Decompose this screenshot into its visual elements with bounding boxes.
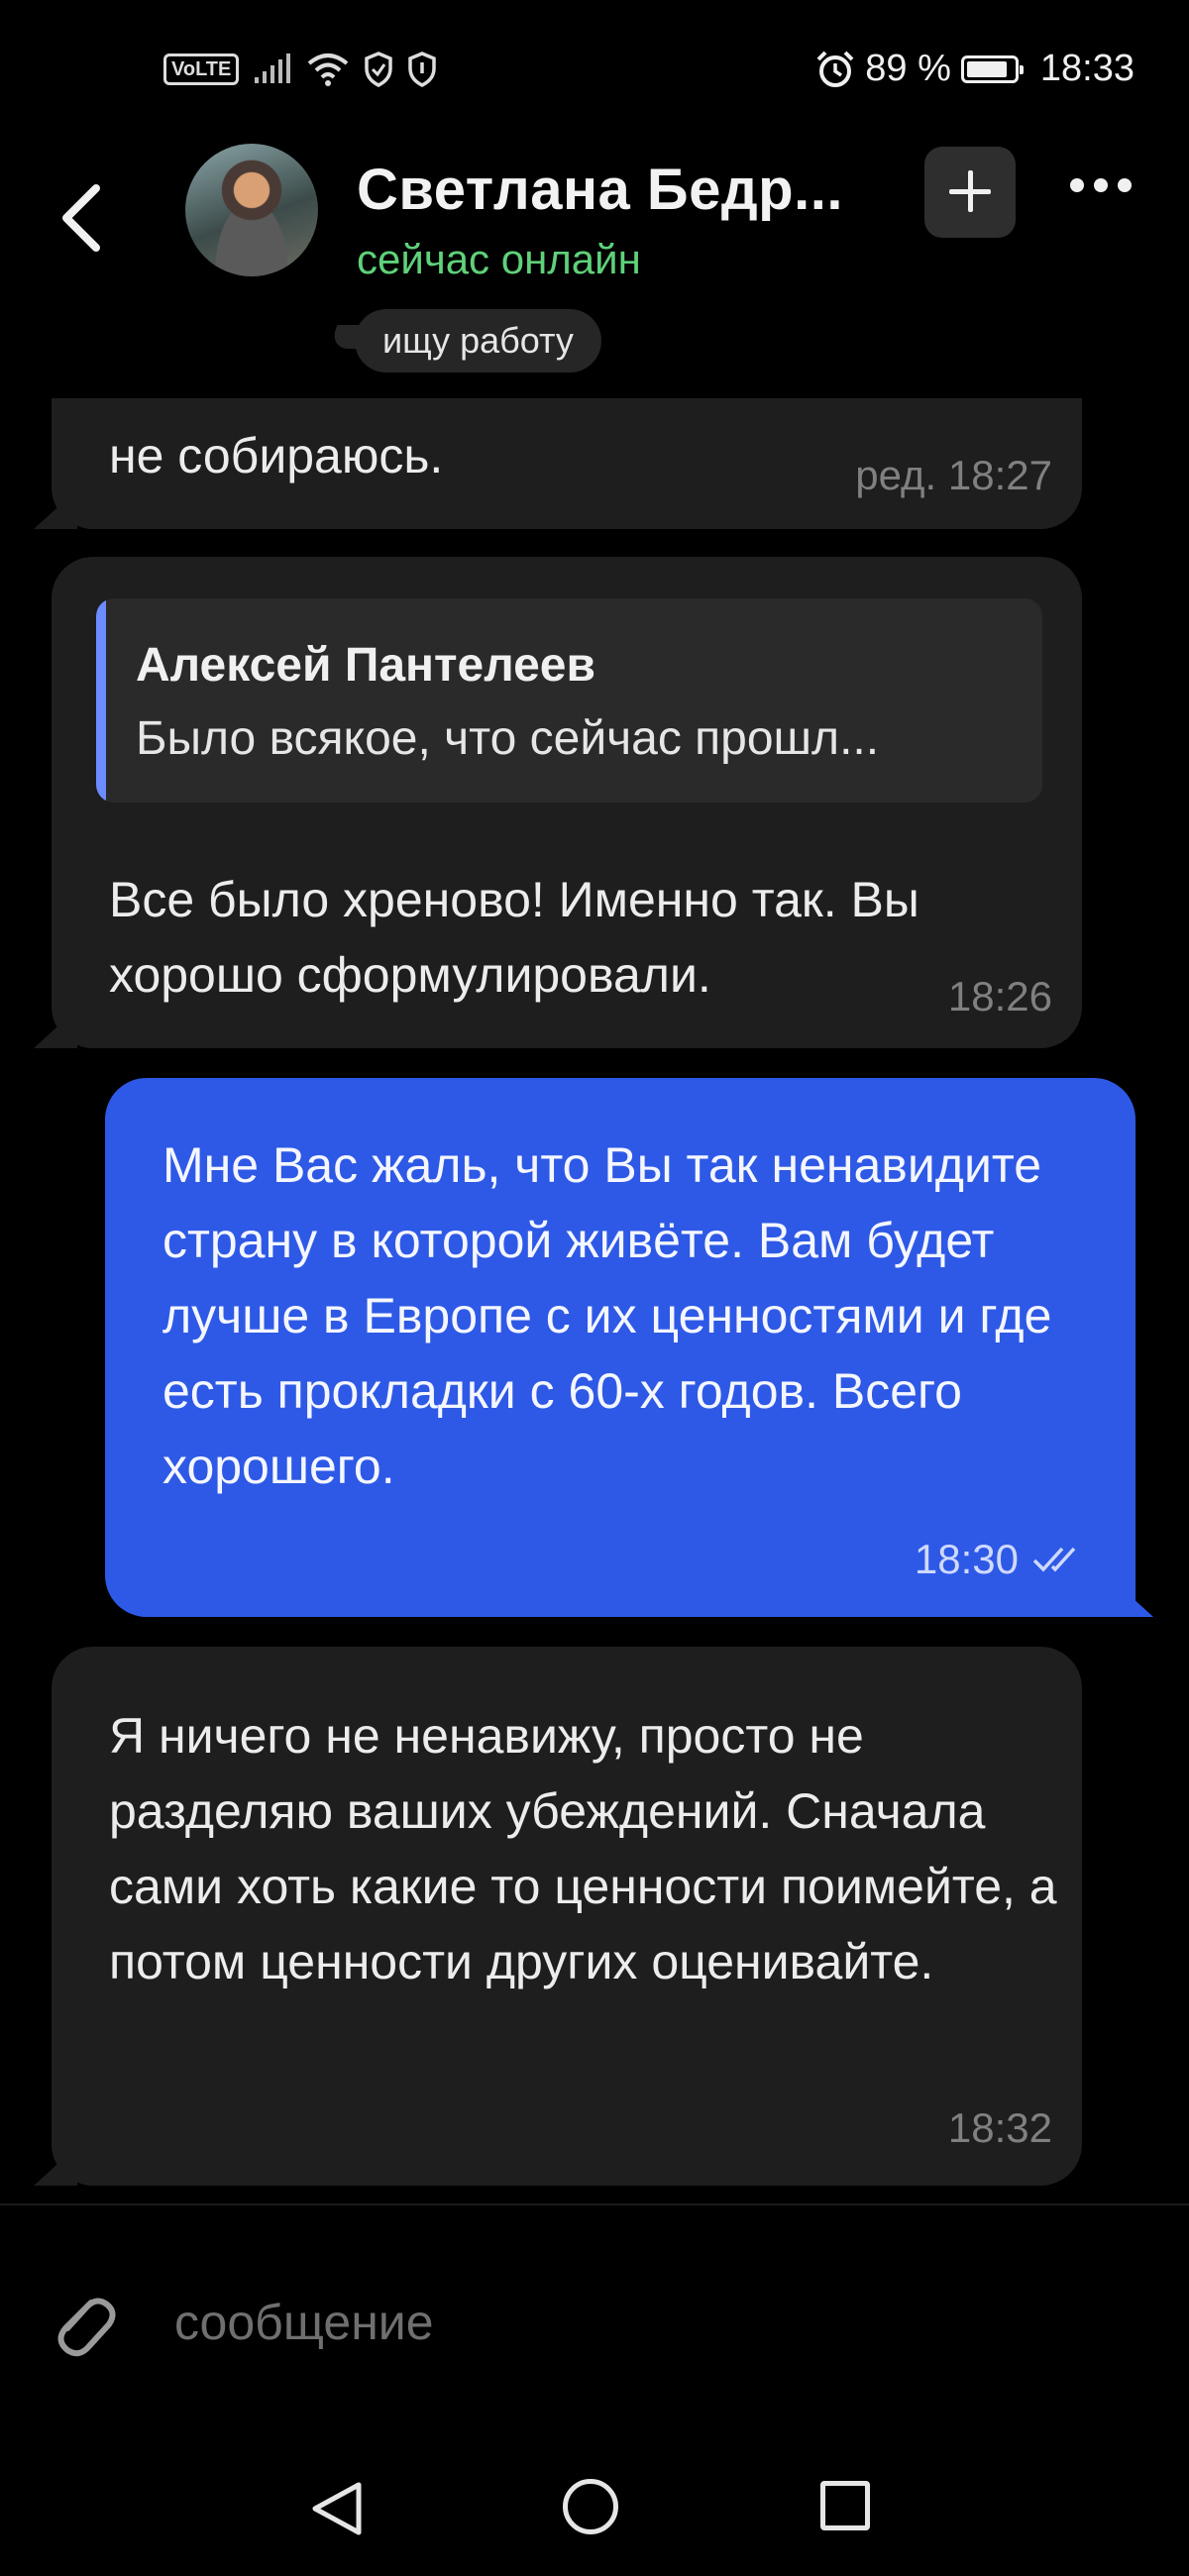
- alarm-icon: [815, 50, 855, 89]
- message-time: 18:32: [947, 2104, 1052, 2151]
- presence-status: сейчас онлайн: [357, 236, 641, 282]
- message-incoming[interactable]: Алексей Пантелеев Было всякое, что сейча…: [34, 557, 1082, 1048]
- message-text: Я ничего не ненавижу, просто не разделяю…: [109, 1708, 1057, 1989]
- wifi-icon: [306, 52, 350, 87]
- quote-bar: [96, 598, 106, 803]
- signal-icon: [253, 54, 292, 85]
- message-time: 18:30: [914, 1536, 1019, 1582]
- status-right: 89 % 18:33: [815, 48, 1135, 90]
- volte-badge: VoLTE: [163, 54, 240, 85]
- status-bar: VoLTE 89 % 18:33: [0, 0, 1189, 149]
- message-time: 18:26: [947, 973, 1052, 1020]
- nav-recents-icon[interactable]: [820, 2481, 870, 2530]
- status-note: ищу работу: [355, 309, 601, 373]
- battery-icon: [960, 54, 1024, 83]
- nav-back-icon[interactable]: [309, 2479, 365, 2543]
- chevron-left-icon: [62, 184, 100, 252]
- message-input[interactable]: [172, 2293, 1118, 2352]
- message-text: Все было хреново! Именно так. Вы хорошо …: [109, 872, 919, 1003]
- double-check-icon: [1032, 1547, 1076, 1572]
- message-composer: [0, 2205, 1189, 2423]
- clock: 18:33: [1039, 48, 1135, 89]
- back-button[interactable]: [54, 178, 114, 258]
- more-options-icon[interactable]: [1070, 178, 1132, 192]
- message-time-wrap: 18:30: [915, 1522, 1088, 1597]
- add-button[interactable]: [924, 147, 1016, 238]
- quote-snippet: Было всякое, что сейчас прошл...: [136, 712, 880, 765]
- shield-check-icon: [364, 52, 393, 87]
- message-text: Мне Вас жаль, что Вы так ненавидите стра…: [162, 1137, 1052, 1494]
- attach-icon[interactable]: [48, 2285, 117, 2364]
- battery-percent: 89 %: [865, 48, 951, 89]
- message-text: не собираюсь.: [109, 428, 444, 483]
- reply-quote[interactable]: Алексей Пантелеев Было всякое, что сейча…: [96, 598, 1042, 803]
- message-outgoing[interactable]: Мне Вас жаль, что Вы так ненавидите стра…: [105, 1078, 1153, 1617]
- system-nav-bar: [0, 2437, 1189, 2576]
- status-left-icons: VoLTE: [163, 52, 437, 87]
- nav-home-icon[interactable]: [563, 2479, 618, 2534]
- message-time: ред. 18:27: [855, 452, 1052, 498]
- message-incoming[interactable]: не собираюсь. ред. 18:27: [34, 398, 1082, 529]
- chat-header: Светлана Бедр... сейчас онлайн ищу работ…: [0, 139, 1189, 396]
- contact-name[interactable]: Светлана Бедр...: [357, 157, 843, 223]
- quote-author: Алексей Пантелеев: [136, 639, 595, 692]
- shield-icon: [407, 52, 437, 87]
- message-incoming[interactable]: Я ничего не ненавижу, просто не разделяю…: [34, 1647, 1082, 2186]
- avatar[interactable]: [185, 144, 318, 276]
